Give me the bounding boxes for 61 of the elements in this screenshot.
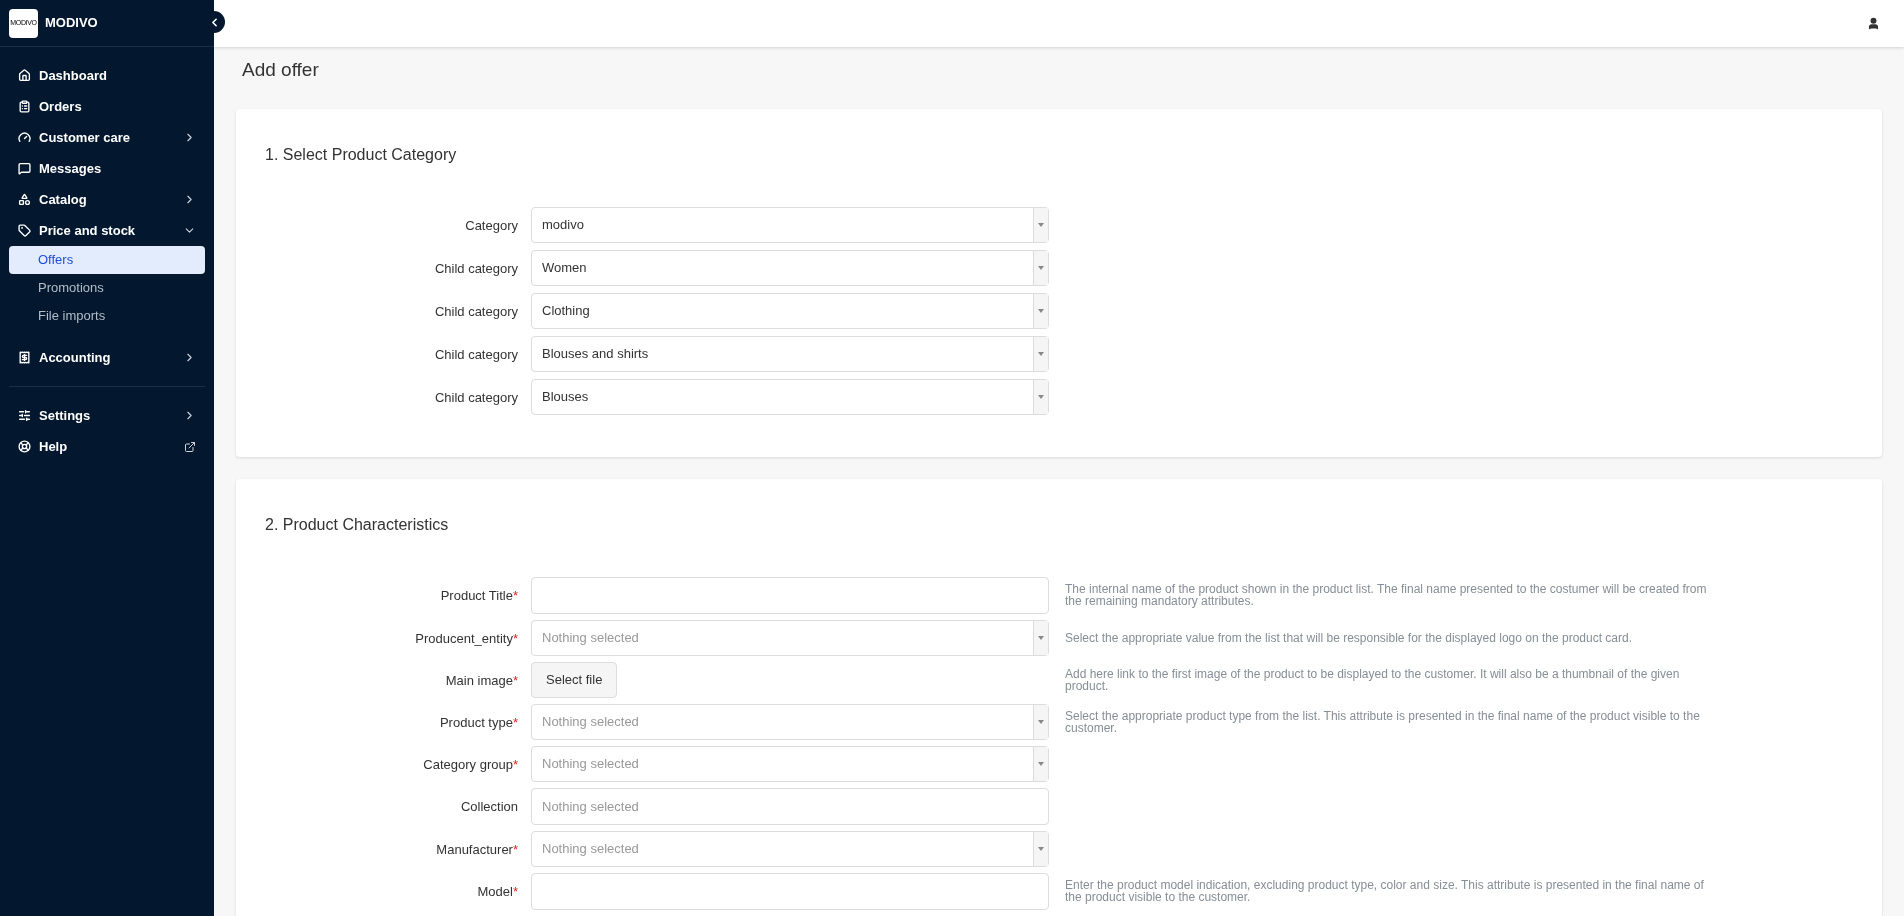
user-icon[interactable] (1867, 17, 1880, 30)
sidebar-subitem[interactable]: Offers (9, 246, 205, 274)
receipt-icon (18, 351, 31, 364)
select-field[interactable]: Blouses and shirts (531, 335, 1049, 372)
field-label: Product Title (440, 588, 513, 603)
field-label: Category (465, 217, 518, 233)
select-field[interactable]: Clothing (531, 292, 1049, 329)
sidebar-subitem[interactable]: File imports (9, 302, 205, 330)
help-text: Select the appropriate product type from the list. This attribute is presented in the final name of the product visible to the customer. (1064, 709, 1701, 734)
tag-icon (18, 224, 31, 237)
message-icon (18, 162, 31, 175)
sidebar-item[interactable]: Price and stock (0, 215, 214, 246)
field-label: Main image (445, 672, 513, 688)
required-mark: * (512, 672, 518, 688)
field-label: Product type (439, 714, 513, 730)
page-title: Add offer (242, 58, 320, 82)
required-mark: * (512, 841, 518, 857)
field-label: Category group (423, 756, 513, 772)
help-text: The internal name of the product shown in the product list. The final name presented to the costumer will be created from the remaining mandatory attributes. (1064, 583, 1708, 607)
field-label: Child category (434, 346, 518, 362)
sidebar-item[interactable]: Dashboard (0, 60, 214, 91)
select-field[interactable]: modivo (531, 206, 1049, 243)
section-title: 2. Product Characteristics (265, 514, 450, 535)
sidebar-item[interactable]: Help (0, 431, 214, 462)
help-text: Add here link to the first image of the product to be displayed to the customer. It will also be a thumbnail of the given product. (1064, 667, 1681, 692)
text-field[interactable] (531, 576, 1049, 614)
gauge-icon (18, 131, 31, 144)
brand-name: MODIVO (45, 14, 98, 33)
field-label: Child category (434, 389, 518, 405)
sidebar-item[interactable]: Settings (0, 400, 214, 431)
clipboard-icon (18, 100, 31, 113)
text-field[interactable] (531, 872, 1049, 910)
required-mark: * (512, 714, 518, 730)
required-mark: * (512, 588, 518, 603)
lifebuoy-icon (18, 440, 31, 453)
required-mark: * (512, 884, 518, 899)
shapes-icon (18, 193, 31, 206)
help-text: Enter the product model indication, excluding product type, color and size. This attribute is presented in the final name of the product visible to the customer. (1064, 879, 1705, 903)
select-file-button[interactable]: Select file (531, 661, 618, 698)
sidebar-item[interactable]: Orders (0, 91, 214, 122)
required-mark: * (512, 630, 518, 646)
field-label: Model (477, 884, 513, 899)
sidebar-item[interactable]: Customer care (0, 122, 214, 153)
sidebar-item[interactable]: Catalog (0, 184, 214, 215)
text-field[interactable]: Nothing selected (531, 787, 1049, 825)
sidebar-item[interactable]: Messages (0, 153, 214, 184)
field-label: Collection (460, 799, 518, 814)
field-label: Child category (434, 260, 518, 276)
sliders-icon (18, 409, 31, 422)
sidebar-subitem[interactable]: Promotions (9, 274, 205, 302)
section-title: 1. Select Product Category (265, 144, 458, 165)
required-mark: * (512, 756, 518, 772)
field-label: Manufacturer (436, 841, 513, 857)
external-link-icon (184, 440, 196, 453)
select-field[interactable]: Blouses (531, 378, 1049, 415)
home-icon (18, 69, 31, 82)
select-field[interactable]: Women (531, 249, 1049, 286)
sidebar-item[interactable]: Accounting (0, 342, 214, 373)
help-text: Select the appropriate value from the list that will be responsible for the displayed logo on the product card. (1064, 631, 1633, 644)
field-label: Child category (434, 303, 518, 319)
field-label: Producent_entity (415, 630, 513, 646)
